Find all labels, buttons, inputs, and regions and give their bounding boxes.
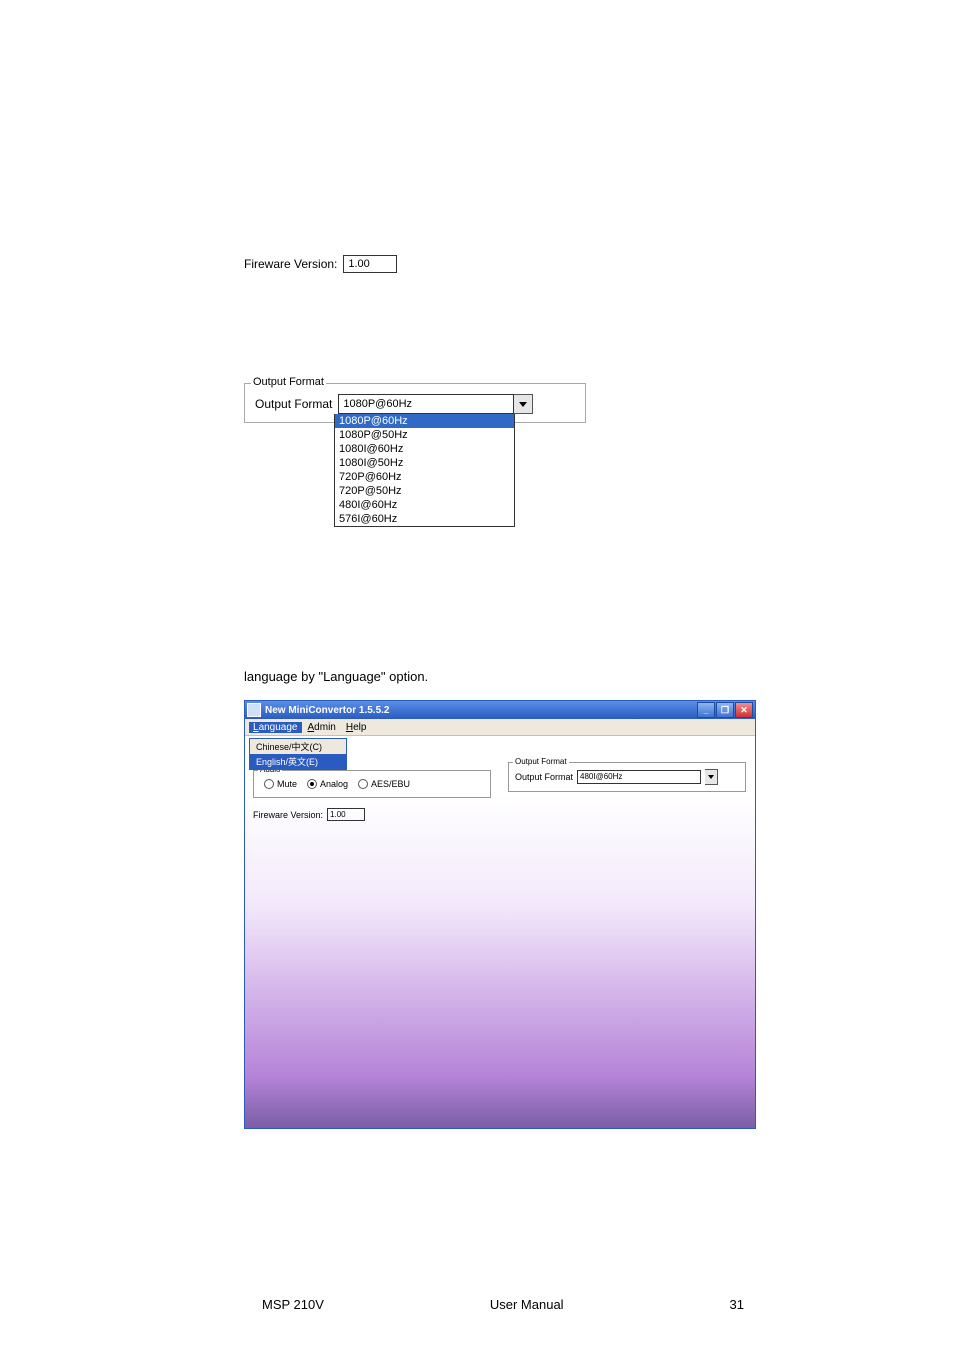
dropdown-option[interactable]: 1080P@50Hz xyxy=(335,428,514,442)
radio-analog[interactable]: Analog xyxy=(307,779,348,789)
app-window: New MiniConvertor 1.5.5.2 _ ❐ ✕ Language… xyxy=(244,700,756,1129)
fireware-value-input[interactable]: 1.00 xyxy=(343,255,397,273)
menu-item-chinese[interactable]: Chinese/中文(C) xyxy=(250,739,346,754)
output-format-selected: 1080P@60Hz xyxy=(338,394,514,414)
title-bar[interactable]: New MiniConvertor 1.5.5.2 _ ❐ ✕ xyxy=(245,701,755,719)
menu-help[interactable]: Help xyxy=(342,722,371,733)
dropdown-option[interactable]: 1080P@60Hz xyxy=(335,414,514,428)
output-format-group: Output Format Output Format 1080P@60Hz 1… xyxy=(244,383,586,423)
window-title: New MiniConvertor 1.5.5.2 xyxy=(265,705,389,716)
fireware-version-row-small: Fireware Version: 1.00 xyxy=(253,808,365,821)
fireware-label-small: Fireware Version: xyxy=(253,810,323,820)
output-format-group-small: Output Format Output Format 480I@60Hz xyxy=(508,762,746,792)
fireware-label: Fireware Version: xyxy=(244,257,337,271)
radio-aes[interactable]: AES/EBU xyxy=(358,779,410,789)
output-format-selected-small[interactable]: 480I@60Hz xyxy=(577,770,701,784)
fireware-value-small[interactable]: 1.00 xyxy=(327,808,365,821)
output-format-label-small: Output Format xyxy=(515,772,573,782)
language-submenu: Chinese/中文(C) English/英文(E) xyxy=(249,738,347,770)
footer-center: User Manual xyxy=(490,1297,564,1312)
dropdown-option[interactable]: 720P@60Hz xyxy=(335,470,514,484)
dropdown-option[interactable]: 576I@60Hz xyxy=(335,512,514,526)
chevron-down-icon xyxy=(708,775,714,779)
output-format-combobox[interactable]: 1080P@60Hz xyxy=(338,394,533,414)
maximize-button[interactable]: ❐ xyxy=(716,702,734,718)
menu-language[interactable]: Language xyxy=(249,722,302,733)
close-button[interactable]: ✕ xyxy=(735,702,753,718)
dropdown-option[interactable]: 720P@50Hz xyxy=(335,484,514,498)
output-format-dropdown-button[interactable] xyxy=(514,394,533,414)
dropdown-option[interactable]: 480I@60Hz xyxy=(335,498,514,512)
chevron-down-icon xyxy=(519,402,527,407)
app-icon xyxy=(247,703,261,717)
menu-bar: Language Chinese/中文(C) English/英文(E) Adm… xyxy=(245,719,755,736)
output-format-legend: Output Format xyxy=(251,376,326,388)
dropdown-option[interactable]: 1080I@60Hz xyxy=(335,442,514,456)
dropdown-button-small[interactable] xyxy=(705,769,718,785)
body-text: language by "Language" option. xyxy=(244,669,744,684)
radio-mute[interactable]: Mute xyxy=(264,779,297,789)
output-format-dropdown-list[interactable]: 1080P@60Hz 1080P@50Hz 1080I@60Hz 1080I@5… xyxy=(334,414,515,527)
minimize-button[interactable]: _ xyxy=(697,702,715,718)
audio-group: Audio Mute Analog AES/EBU xyxy=(253,770,491,798)
menu-admin[interactable]: Admin xyxy=(304,722,340,733)
footer-right: 31 xyxy=(730,1297,744,1312)
fireware-version-row: Fireware Version: 1.00 xyxy=(244,255,744,273)
page-footer: MSP 210V User Manual 31 xyxy=(0,1297,954,1312)
output-format-label: Output Format xyxy=(255,397,332,411)
footer-left: MSP 210V xyxy=(262,1297,324,1312)
output-format-legend-small: Output Format xyxy=(513,757,569,766)
dropdown-option[interactable]: 1080I@50Hz xyxy=(335,456,514,470)
menu-item-english[interactable]: English/英文(E) xyxy=(250,754,346,769)
